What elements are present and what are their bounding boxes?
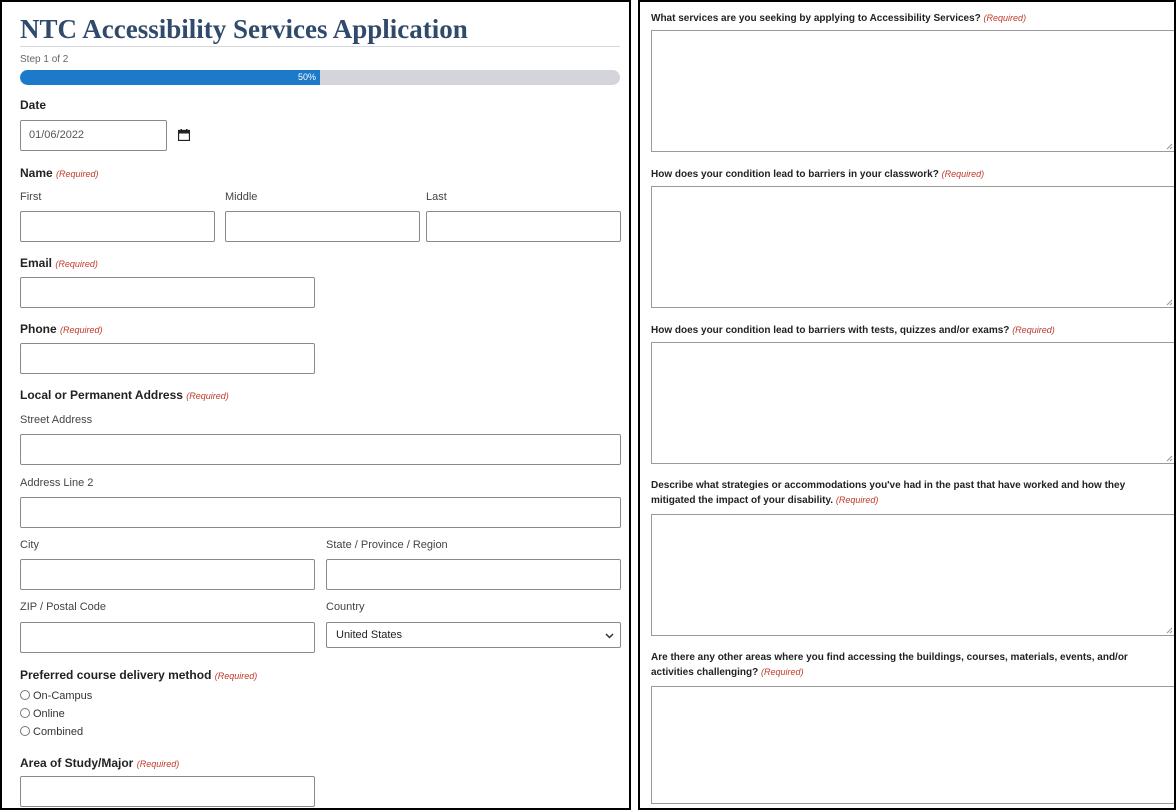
question-services: What services are you seeking by applyin…: [651, 11, 1171, 26]
last-name-input[interactable]: [426, 211, 621, 242]
radio-circle[interactable]: [20, 708, 30, 718]
city-input[interactable]: [20, 559, 315, 590]
radio-circle[interactable]: [20, 690, 30, 700]
major-label-text: Area of Study/Major: [20, 756, 134, 770]
radio-label: Combined: [33, 726, 84, 738]
first-name-label: First: [20, 191, 42, 203]
phone-label-text: Phone: [20, 322, 57, 336]
progress-bar: 50%: [20, 70, 620, 85]
resize-grip-icon[interactable]: [1166, 143, 1173, 150]
radio-online[interactable]: Online: [20, 708, 65, 720]
tests-textarea[interactable]: [651, 342, 1174, 464]
question-text: What services are you seeking by applyin…: [651, 13, 981, 24]
access-areas-textarea[interactable]: [651, 686, 1174, 804]
radio-circle[interactable]: [20, 726, 30, 736]
services-textarea[interactable]: [651, 30, 1174, 152]
required-marker: (Required): [835, 495, 879, 505]
application-questions: What services are you seeking by applyin…: [638, 0, 1176, 810]
country-select[interactable]: United States: [326, 622, 621, 648]
required-marker: (Required): [55, 259, 98, 269]
phone-input[interactable]: [20, 343, 315, 374]
question-text: How does your condition lead to barriers…: [651, 169, 939, 180]
name-label: Name (Required): [20, 166, 99, 180]
step-indicator: Step 1 of 2: [20, 54, 69, 65]
required-marker: (Required): [136, 759, 180, 769]
state-label: State / Province / Region: [326, 539, 448, 551]
required-marker: (Required): [761, 667, 804, 677]
radio-label: On-Campus: [33, 690, 93, 702]
city-label: City: [20, 539, 39, 551]
application-form-step1: NTC Accessibility Services Application S…: [0, 0, 631, 810]
delivery-method-label: Preferred course delivery method (Requir…: [20, 668, 257, 682]
country-select-value: United States: [336, 629, 403, 641]
required-marker: (Required): [941, 169, 985, 179]
zip-label: ZIP / Postal Code: [20, 601, 107, 613]
resize-grip-icon[interactable]: [1166, 455, 1173, 462]
required-marker: (Required): [56, 169, 99, 179]
progress-fill: 50%: [20, 70, 320, 85]
email-label: Email (Required): [20, 256, 98, 270]
radio-on-campus[interactable]: On-Campus: [20, 690, 92, 702]
question-text: How does your condition lead to barriers…: [651, 325, 1010, 336]
question-tests: How does your condition lead to barriers…: [651, 323, 1171, 338]
address-line2-input[interactable]: [20, 497, 621, 528]
question-classwork: How does your condition lead to barriers…: [651, 167, 1171, 182]
date-input[interactable]: 01/06/2022: [20, 120, 167, 151]
middle-name-label: Middle: [225, 191, 258, 203]
address-line2-label: Address Line 2: [20, 477, 94, 489]
classwork-textarea[interactable]: [651, 186, 1174, 308]
chevron-down-icon: [605, 633, 614, 639]
question-text: Are there any other areas where you find…: [651, 652, 1128, 678]
required-marker: (Required): [1012, 325, 1055, 335]
required-marker: (Required): [214, 671, 258, 681]
address-label: Local or Permanent Address (Required): [20, 388, 229, 402]
middle-name-input[interactable]: [225, 211, 420, 242]
email-label-text: Email: [20, 256, 53, 270]
page-title: NTC Accessibility Services Application: [20, 14, 468, 44]
major-label: Area of Study/Major (Required): [20, 756, 179, 770]
required-marker: (Required): [60, 325, 103, 335]
email-input[interactable]: [20, 277, 315, 308]
resize-grip-icon[interactable]: [1166, 627, 1173, 634]
address-label-text: Local or Permanent Address: [20, 388, 183, 402]
delivery-method-label-text: Preferred course delivery method: [20, 668, 212, 682]
state-input[interactable]: [326, 559, 621, 590]
radio-label: Online: [33, 708, 65, 720]
required-marker: (Required): [983, 13, 1027, 23]
street-address-label: Street Address: [20, 414, 93, 426]
major-input[interactable]: [20, 776, 315, 807]
country-label: Country: [326, 601, 365, 613]
title-divider: [20, 46, 620, 47]
phone-label: Phone (Required): [20, 322, 103, 336]
radio-combined[interactable]: Combined: [20, 726, 83, 738]
question-text: Describe what strategies or accommodatio…: [651, 480, 1126, 506]
first-name-input[interactable]: [20, 211, 215, 242]
resize-grip-icon[interactable]: [1166, 299, 1173, 306]
question-strategies: Describe what strategies or accommodatio…: [651, 479, 1171, 508]
zip-input[interactable]: [20, 622, 315, 653]
calendar-icon[interactable]: [178, 129, 190, 141]
street-address-input[interactable]: [20, 434, 621, 465]
required-marker: (Required): [186, 391, 229, 401]
last-name-label: Last: [426, 191, 447, 203]
question-access-areas: Are there any other areas where you find…: [651, 651, 1171, 680]
date-label: Date: [20, 98, 47, 112]
strategies-textarea[interactable]: [651, 514, 1174, 636]
name-label-text: Name: [20, 166, 53, 180]
